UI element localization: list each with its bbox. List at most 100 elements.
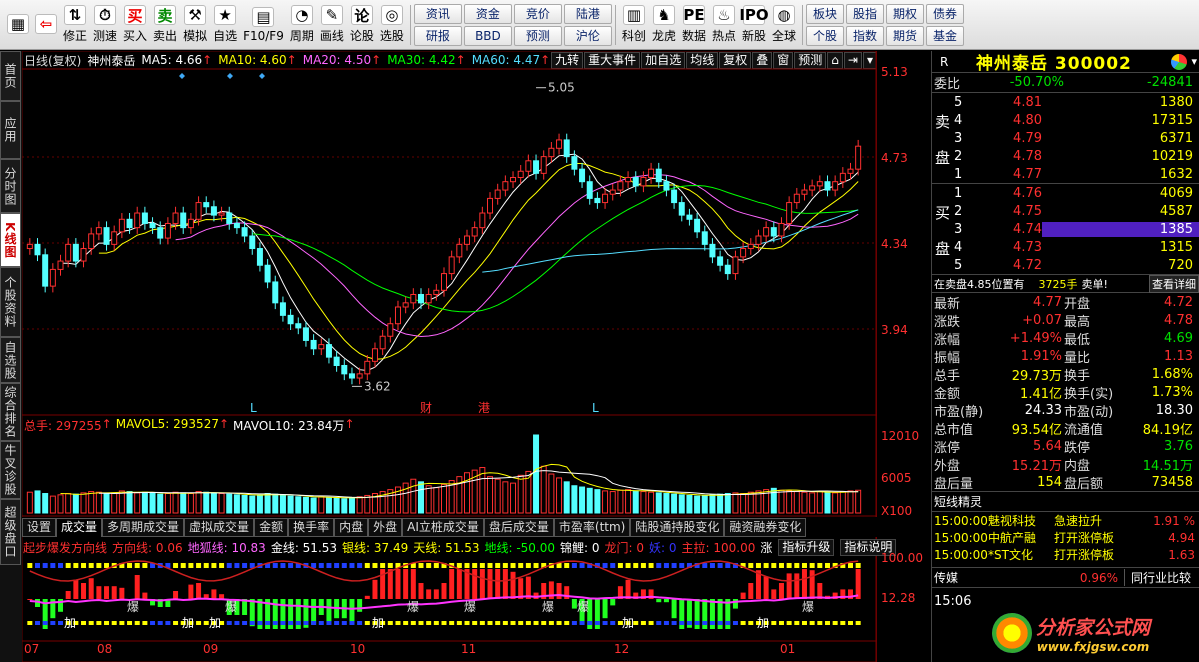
left-tab[interactable]: 分时图 <box>0 159 21 213</box>
left-tab[interactable]: 自选股 <box>0 337 21 383</box>
peer-compare-button[interactable]: 同行业比较 <box>1124 569 1191 586</box>
indicator-tab[interactable]: 金额 <box>254 517 289 537</box>
order-book-row[interactable]: 2 4.75 4587 <box>932 202 1199 220</box>
candle-body <box>26 243 33 250</box>
indicator-top-dot <box>134 563 140 568</box>
nav-button[interactable]: 陆港 <box>563 3 612 24</box>
order-book-row[interactable]: 2 4.78 10219 <box>932 147 1199 165</box>
dragon-tiger-button[interactable]: ♞ 龙虎 <box>649 2 679 48</box>
short-genie-item[interactable]: 15:00:00 魅视科技 急速拉升 1.91 % <box>932 512 1199 529</box>
short-genie-label[interactable]: 短线精灵 <box>932 493 982 510</box>
sector-name[interactable]: 传媒 <box>932 569 1032 586</box>
volume-bar <box>632 490 639 514</box>
sell-button[interactable]: 卖卖出 <box>150 2 180 48</box>
period-button[interactable]: ◔ 周期 <box>287 2 317 48</box>
indicator-tab[interactable]: 换手率 <box>288 517 335 537</box>
nav-button[interactable]: 期权 <box>886 3 925 24</box>
discuss-button[interactable]: 论论股 <box>347 2 377 48</box>
short-genie-list: 15:00:00 魅视科技 急速拉升 1.91 % 15:00:00 中航产融 打开涨停板 4… <box>932 512 1199 568</box>
hotspot-button[interactable]: ♨ 热点 <box>709 2 739 48</box>
data-button[interactable]: PE 数据 <box>679 2 709 48</box>
left-tab[interactable]: 应用 <box>0 101 21 159</box>
order-book-row[interactable]: 1 4.77 1632 <box>932 165 1199 183</box>
indicator-tab[interactable]: 外盘 <box>368 517 403 537</box>
nav-button[interactable]: 资金 <box>463 3 512 24</box>
speed-test-button[interactable]: ⏱ 测速 <box>90 2 120 48</box>
nav-button[interactable]: 竞价 <box>513 3 562 24</box>
stat-value: 5.64 <box>1033 438 1062 454</box>
nav-button[interactable]: 指数 <box>846 25 885 46</box>
close-dropdown-icon[interactable]: ▾ <box>1191 55 1197 68</box>
event-diamond-icon <box>179 73 185 79</box>
buy-button[interactable]: 买买入 <box>120 2 150 48</box>
candle-body <box>103 227 110 245</box>
view-detail-link[interactable]: 查看详细 <box>1149 274 1199 293</box>
quote-panel: R 神州泰岳 300002 ▾ 委比 -50.70% -24841 5 4.81 1… <box>931 51 1199 662</box>
ipo-button[interactable]: IPO 新股 <box>739 2 769 48</box>
indicator-tab[interactable]: 多周期成交量 <box>102 517 185 537</box>
stock-picker-button[interactable]: ◎ 选股 <box>377 2 407 48</box>
indicator-bar <box>104 586 110 599</box>
candle-body <box>678 202 685 216</box>
nav-button[interactable]: 板块 <box>806 3 845 24</box>
indicator-tab[interactable]: 成交量 <box>56 517 103 537</box>
left-tab[interactable]: 首页 <box>0 51 21 101</box>
nav-button[interactable]: 资讯 <box>413 3 462 24</box>
indicator-top-dot <box>35 563 41 568</box>
nav-button[interactable]: BBD <box>463 25 512 46</box>
volume-bar <box>609 491 616 514</box>
indicator-upgrade-button[interactable]: 指标升级 <box>778 538 835 556</box>
left-tab[interactable]: 牛叉诊股 <box>0 441 21 499</box>
short-genie-item[interactable]: 15:00:00 *ST文化 打开涨停板 1.63 <box>932 546 1199 563</box>
order-book-row[interactable]: 3 4.79 6371 <box>932 129 1199 147</box>
indicator-tab[interactable]: 盘后成交量 <box>483 517 554 537</box>
back-arrow-button[interactable]: ⇦ <box>32 2 60 48</box>
order-book-row[interactable]: 3 4.74 1385 <box>932 220 1199 238</box>
indicator-tab[interactable]: AI立桩成交量 <box>402 517 484 537</box>
nav-button[interactable]: 个股 <box>806 25 845 46</box>
short-genie-item[interactable]: 15:00:00 中航产融 打开涨停板 4.94 <box>932 529 1199 546</box>
f10-button[interactable]: ▤ F10/F9 <box>240 2 287 48</box>
left-tab[interactable]: 超级盘口 <box>0 499 21 565</box>
kline-chart[interactable]: 5.053.62L 财港 L加 加加加加加爆爆爆爆爆爆爆 <box>22 51 877 662</box>
nav-button[interactable]: 研报 <box>413 25 462 46</box>
draw-line-button[interactable]: ✎ 画线 <box>317 2 347 48</box>
adjust-button[interactable]: ⇅ 修正 <box>60 2 90 48</box>
left-tab[interactable]: 个股资料 <box>0 267 21 337</box>
indicator-top-dot <box>755 563 761 568</box>
order-book-row[interactable]: 4 4.73 1315 <box>932 238 1199 256</box>
indicator-tab[interactable]: 融资融券变化 <box>724 517 807 537</box>
nav-button[interactable]: 期货 <box>886 25 925 46</box>
nav-button[interactable]: 预测 <box>513 25 562 46</box>
watchlist-button[interactable]: ★ 自选 <box>210 2 240 48</box>
toolbar: ▦ ⇦ ⇅ 修正 ⏱ 测速买买入卖卖出 ⚒ 模拟 ★ 自选 ▤ F10/F9 ◔ 周期 ✎ 画线论论股 ◎ 选股 … <box>0 0 1199 50</box>
order-book-row[interactable]: 5 4.81 1380 <box>932 93 1199 111</box>
globe-button[interactable]: ◍ 全球 <box>769 2 799 48</box>
indicator-bottom-dot <box>364 621 370 625</box>
indicator-top-dot <box>288 563 294 568</box>
order-book-row[interactable]: 1 4.76 4069 <box>932 184 1199 202</box>
indicator-tab[interactable]: 设置 <box>22 517 57 537</box>
volume-bar <box>295 496 302 514</box>
stat-label: 盘后量 <box>934 476 974 492</box>
simulate-button[interactable]: ⚒ 模拟 <box>180 2 210 48</box>
left-tab[interactable]: 综合排名 <box>0 383 21 441</box>
nav-button[interactable]: 股指 <box>846 3 885 24</box>
indicator-tab[interactable]: 内盘 <box>334 517 369 537</box>
pie-chart-icon[interactable] <box>1171 53 1188 70</box>
order-book-row[interactable]: 4 4.80 17315 <box>932 111 1199 129</box>
order-book-row[interactable]: 5 4.72 720 <box>932 256 1199 274</box>
left-tab[interactable]: K线图 <box>0 213 21 267</box>
volume-mavol10: MAVOL10: 23.84万 <box>233 419 345 433</box>
indicator-tab[interactable]: 虚拟成交量 <box>184 517 255 537</box>
candle-body <box>379 335 386 350</box>
indicator-tab[interactable]: 陆股通持股变化 <box>630 517 725 537</box>
nav-button[interactable]: 债券 <box>926 3 965 24</box>
indicator-tab[interactable]: 市盈率(ttm) <box>553 517 631 537</box>
nav-button[interactable]: 沪伦 <box>563 25 612 46</box>
app-logo-button[interactable]: ▦ <box>4 2 32 48</box>
volume-bar <box>348 497 355 514</box>
nav-button[interactable]: 基金 <box>926 25 965 46</box>
candle-body <box>118 218 125 233</box>
star-market-button[interactable]: ▥ 科创 <box>619 2 649 48</box>
